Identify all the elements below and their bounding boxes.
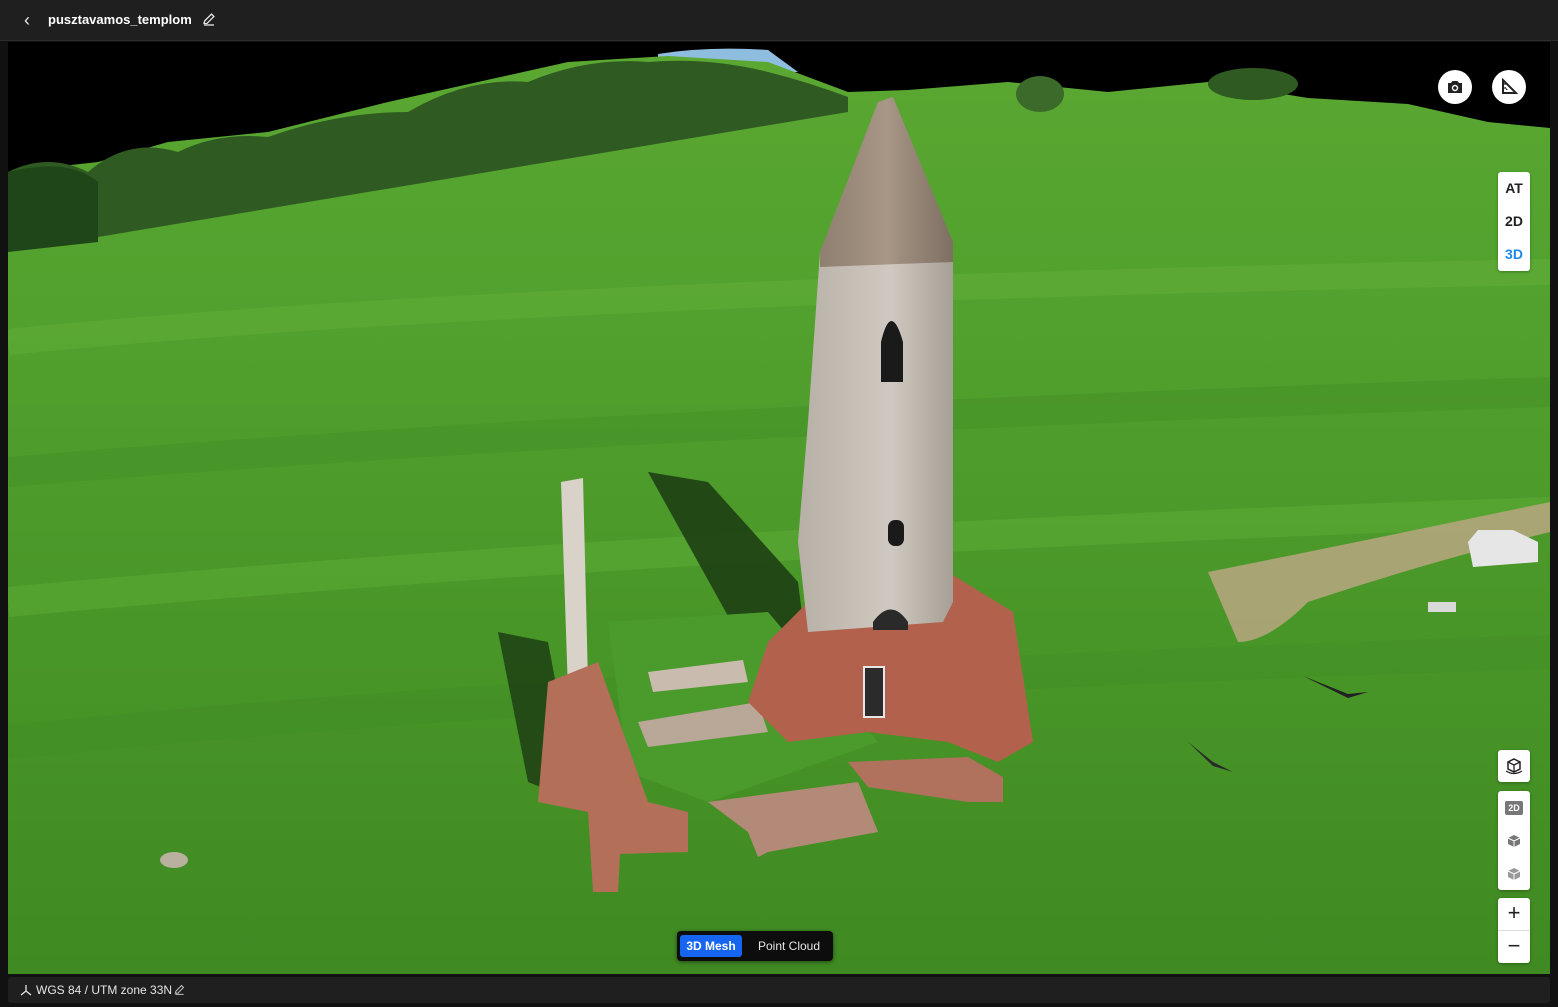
cube-icon — [1507, 834, 1521, 847]
map-2d-label: 2D — [1505, 800, 1523, 815]
layer-tools: 2D — [1498, 791, 1530, 890]
cube-icon — [1507, 867, 1521, 880]
map-2d-button[interactable]: 2D — [1498, 791, 1530, 824]
edit-crs-icon[interactable] — [173, 983, 186, 996]
back-button[interactable]: ‹ — [16, 10, 38, 32]
crs-label: WGS 84 / UTM zone 33N — [36, 983, 173, 997]
status-bar: WGS 84 / UTM zone 33N — [8, 977, 1550, 1003]
camera-icon — [1448, 81, 1462, 93]
axes-icon — [20, 985, 32, 996]
3d-viewport[interactable]: AT 2D 3D 2D + − 3D Mesh Point Cloud — [8, 42, 1550, 974]
zoom-in-button[interactable]: + — [1498, 898, 1530, 931]
rotate-3d-icon — [1505, 758, 1523, 775]
zoom-out-button[interactable]: − — [1498, 931, 1530, 963]
screenshot-button[interactable] — [1438, 70, 1472, 104]
ruler-triangle-icon — [1502, 78, 1518, 94]
measure-button[interactable] — [1492, 70, 1526, 104]
view-mode-3d[interactable]: 3D — [1498, 238, 1530, 271]
mesh-layer-button[interactable] — [1498, 824, 1530, 857]
view-mode-switcher: AT 2D 3D — [1498, 172, 1530, 271]
church-ruin-3d-model — [8, 42, 1550, 974]
texture-layer-button[interactable] — [1498, 857, 1530, 890]
mesh-mode-button[interactable]: 3D Mesh — [680, 935, 742, 957]
header-bar: ‹ pusztavamos_templom — [0, 0, 1558, 41]
zoom-controls: + − — [1498, 898, 1530, 963]
view-mode-at[interactable]: AT — [1498, 172, 1530, 205]
view-mode-2d[interactable]: 2D — [1498, 205, 1530, 238]
project-title: pusztavamos_templom — [48, 12, 192, 27]
rotate-view-button[interactable] — [1498, 750, 1530, 782]
edit-title-icon[interactable] — [201, 11, 217, 27]
data-mode-toggle: 3D Mesh Point Cloud — [677, 931, 833, 961]
pointcloud-mode-button[interactable]: Point Cloud — [749, 935, 829, 957]
